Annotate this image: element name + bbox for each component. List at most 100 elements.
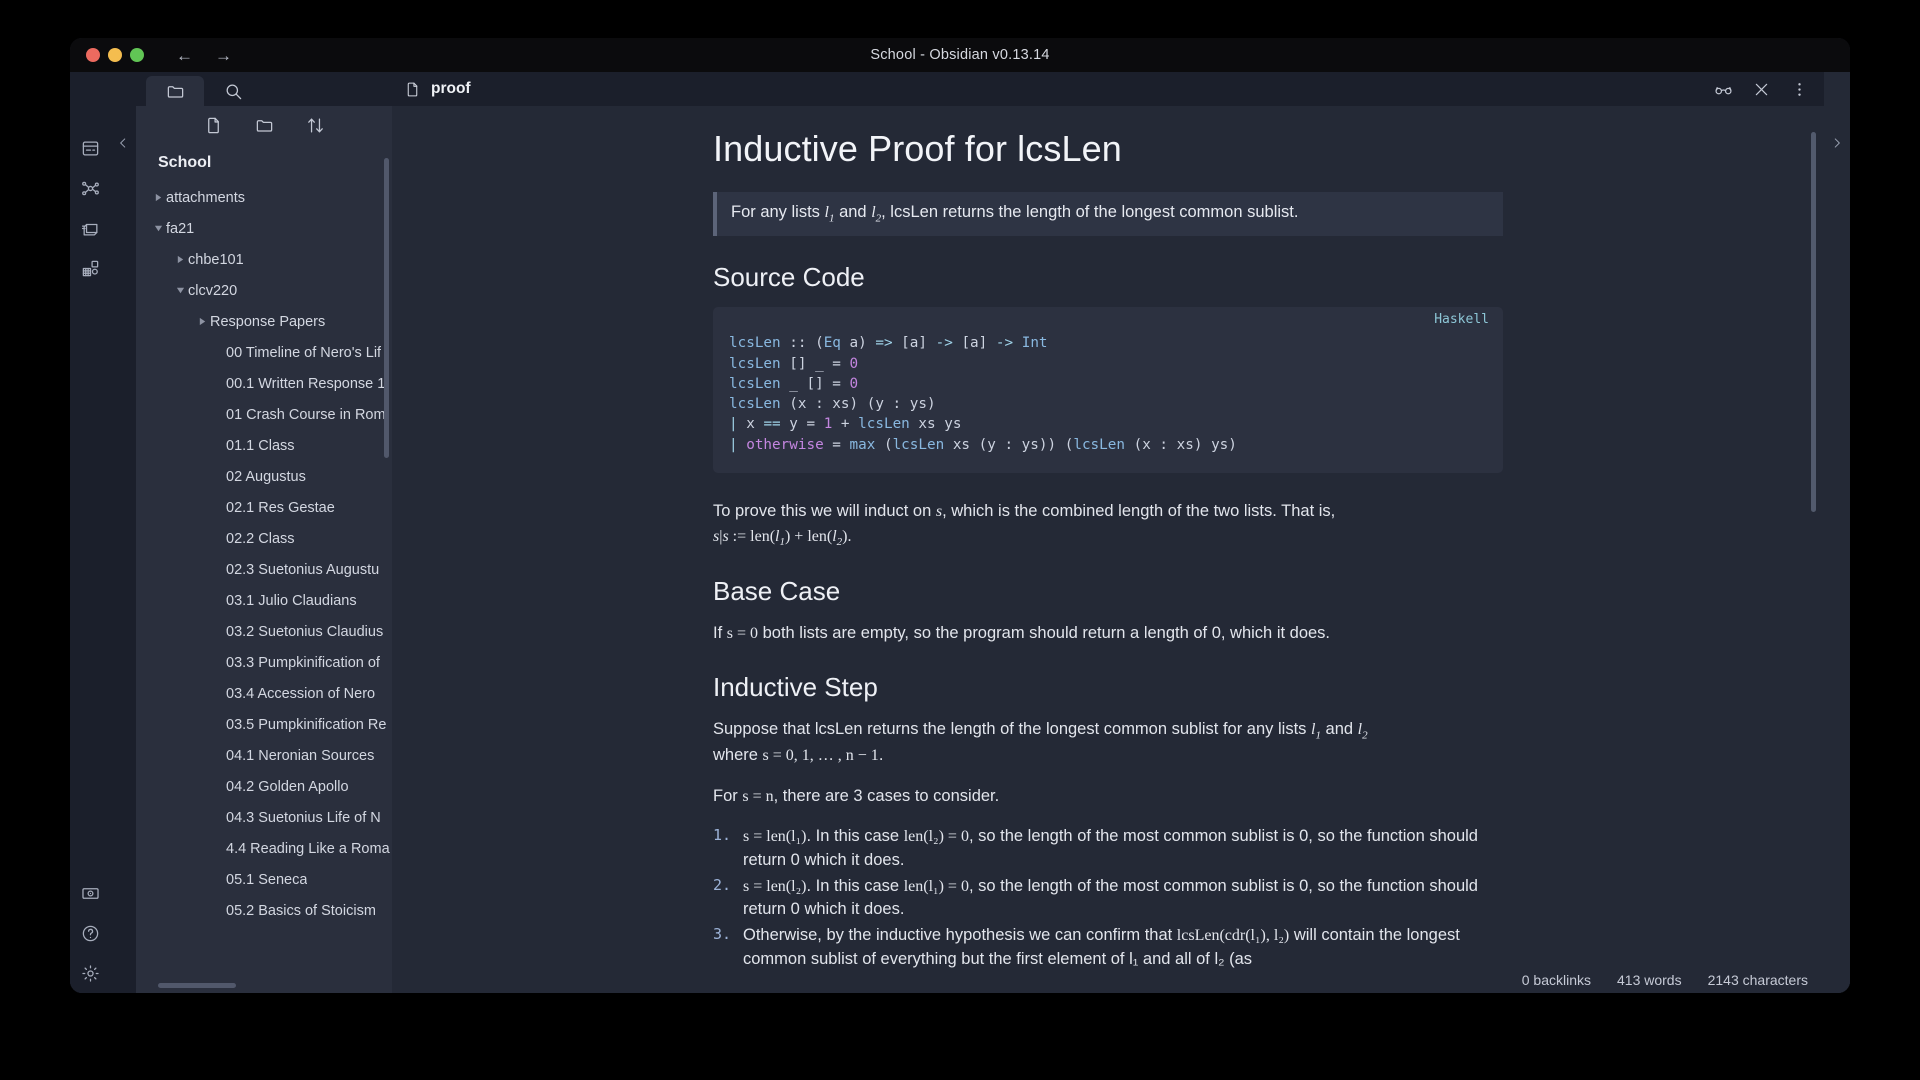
tree-folder[interactable]: fa21 (136, 213, 392, 244)
case-text-1: Otherwise, by the inductive hypothesis w… (743, 926, 1177, 944)
tree-folder[interactable]: clcv220 (136, 275, 392, 306)
intro-formula: s|s := len(l1) + len(l2). (713, 528, 851, 545)
search-icon (224, 82, 243, 101)
paragraph-induction-intro: To prove this we will induct on s, which… (713, 499, 1503, 550)
maximize-window-button[interactable] (130, 48, 144, 62)
case-math-lhs: s = len(l₁) (743, 828, 806, 845)
tree-item-label: 01.1 Class (226, 438, 295, 454)
tree-file[interactable]: 03.3 Pumpkinification of (136, 647, 392, 678)
case-math-lhs: s = len(l₂) (743, 878, 806, 895)
cases-equation: s = n (742, 788, 773, 805)
cases-post: , there are 3 cases to consider. (774, 787, 1000, 805)
disclosure-triangle-icon[interactable] (172, 255, 188, 264)
tree-file[interactable]: 01 Crash Course in Rom (136, 399, 392, 430)
tree-file[interactable]: 04.1 Neronian Sources (136, 740, 392, 771)
tree-item-label: 4.4 Reading Like a Roma (226, 841, 390, 857)
new-folder-icon (255, 116, 274, 135)
more-vertical-icon (1790, 80, 1809, 99)
disclosure-triangle-icon[interactable] (194, 317, 210, 326)
ribbon-open-graph-view[interactable] (70, 168, 110, 208)
document-scroll-area[interactable]: Inductive Proof for lcsLen For any lists… (392, 106, 1824, 993)
tree-file[interactable]: 00.1 Written Response 1 (136, 368, 392, 399)
document-vertical-scrollbar[interactable] (1811, 132, 1816, 512)
reading-view-button[interactable] (1706, 72, 1740, 106)
file-tree: School attachmentsfa21chbe101clcv220Resp… (136, 150, 392, 993)
tree-file[interactable]: 04.2 Golden Apollo (136, 771, 392, 802)
ribbon-open-canvas[interactable] (70, 208, 110, 248)
tab-search[interactable] (204, 76, 262, 106)
tree-item-label: 03.2 Suetonius Claudius (226, 624, 383, 640)
tree-file[interactable]: 4.4 Reading Like a Roma (136, 833, 392, 864)
window-title: School - Obsidian v0.13.14 (70, 47, 1850, 63)
change-sort-order-button[interactable] (306, 116, 325, 140)
tree-folder[interactable]: Response Papers (136, 306, 392, 337)
disclosure-triangle-icon[interactable] (150, 193, 166, 202)
tree-file[interactable]: 02.2 Class (136, 523, 392, 554)
tree-file[interactable]: 03.4 Accession of Nero (136, 678, 392, 709)
disclosure-triangle-icon[interactable] (150, 224, 166, 233)
file-tree-body: attachmentsfa21chbe101clcv220 Response Pa… (136, 182, 392, 926)
code-content[interactable]: lcsLen :: (Eq a) => [a] -> [a] -> Int lc… (729, 333, 1487, 455)
screen: ← → School - Obsidian v0.13.14 (0, 0, 1920, 1080)
tree-item-label: 02.2 Class (226, 531, 295, 547)
tree-item-label: 01 Crash Course in Rom (226, 407, 386, 423)
tree-folder[interactable]: chbe101 (136, 244, 392, 275)
tree-file[interactable]: 05.2 Basics of Stoicism (136, 895, 392, 926)
disclosure-triangle-icon[interactable] (172, 286, 188, 295)
sort-icon (306, 116, 325, 135)
file-explorer-pane: School attachmentsfa21chbe101clcv220Resp… (136, 72, 392, 993)
tree-file[interactable]: 02 Augustus (136, 461, 392, 492)
status-character-count[interactable]: 2143 characters (1708, 972, 1808, 988)
window-body: School attachmentsfa21chbe101clcv220Resp… (70, 72, 1850, 993)
heading-inductive-step: Inductive Step (713, 672, 1503, 703)
status-bar: 0 backlinks 413 words 2143 characters (1522, 967, 1850, 993)
tree-file[interactable]: 04.3 Suetonius Life of N (136, 802, 392, 833)
tree-item-label: 03.4 Accession of Nero (226, 686, 375, 702)
tree-file[interactable]: 01.1 Class (136, 430, 392, 461)
close-pane-button[interactable] (1744, 72, 1778, 106)
ribbon-open-quick-switcher[interactable] (70, 128, 110, 168)
folder-icon (166, 82, 185, 101)
tree-item-label: Response Papers (210, 314, 325, 330)
case-list-item: s = len(l₂). In this case len(l₁) = 0, s… (713, 875, 1503, 923)
tree-file[interactable]: 05.1 Seneca (136, 864, 392, 895)
cases-pre: For (713, 787, 742, 805)
suppose-line2-pre: where (713, 746, 763, 764)
new-folder-button[interactable] (255, 116, 274, 140)
status-word-count[interactable]: 413 words (1617, 972, 1682, 988)
close-window-button[interactable] (86, 48, 100, 62)
tree-file[interactable]: 03.5 Pumpkinification Re (136, 709, 392, 740)
heading-base-case: Base Case (713, 576, 1503, 607)
case-list-item: s = len(l₁). In this case len(l₂) = 0, s… (713, 825, 1503, 873)
ribbon-toggle-reading-view[interactable] (70, 873, 110, 913)
tree-item-label: 00 Timeline of Nero's Lif (226, 345, 381, 361)
tree-item-label: 03.3 Pumpkinification of (226, 655, 380, 671)
ribbon-open-help[interactable] (70, 913, 110, 953)
tree-file[interactable]: 03.1 Julio Claudians (136, 585, 392, 616)
editor-file-title: proof (431, 80, 471, 98)
minimize-window-button[interactable] (108, 48, 122, 62)
status-backlinks[interactable]: 0 backlinks (1522, 972, 1591, 988)
ribbon-open-plugin-grid[interactable] (70, 248, 110, 288)
tree-file[interactable]: 03.2 Suetonius Claudius (136, 616, 392, 647)
collapse-left-sidebar-button[interactable] (110, 72, 136, 993)
suppose-mid: and (1321, 720, 1358, 738)
callout-text-mid: and (834, 203, 871, 221)
new-note-button[interactable] (204, 116, 223, 140)
nav-forward-arrow[interactable]: → (215, 47, 232, 64)
ribbon-open-settings[interactable] (70, 953, 110, 993)
collapse-right-sidebar-button[interactable] (1824, 72, 1850, 993)
close-icon (1752, 80, 1771, 99)
nav-back-arrow[interactable]: ← (176, 47, 193, 64)
tab-file-explorer[interactable] (146, 76, 204, 106)
more-options-button[interactable] (1782, 72, 1816, 106)
explorer-vertical-scrollbar[interactable] (384, 158, 389, 458)
tree-folder[interactable]: attachments (136, 182, 392, 213)
explorer-horizontal-scrollbar[interactable] (158, 983, 236, 988)
tree-file[interactable]: 02.3 Suetonius Augustu (136, 554, 392, 585)
tree-file[interactable]: 00 Timeline of Nero's Lif (136, 337, 392, 368)
sidebar-tabs (136, 72, 392, 106)
intro-post: , which is the combined length of the tw… (942, 502, 1335, 520)
tree-file[interactable]: 02.1 Res Gestae (136, 492, 392, 523)
heading-source-code: Source Code (713, 262, 1503, 293)
